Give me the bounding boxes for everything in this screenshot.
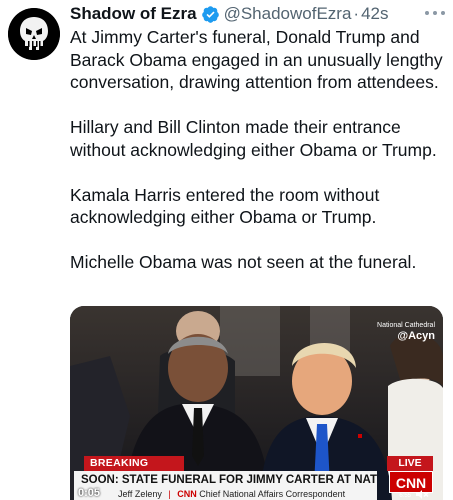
separator-bar: | <box>168 489 171 499</box>
tweet-paragraph: At Jimmy Carter's funeral, Donald Trump … <box>70 27 443 92</box>
timestamp[interactable]: 42s <box>361 4 388 24</box>
display-name[interactable]: Shadow of Ezra <box>70 4 197 24</box>
video-watermark: National Cathedral @Acyn <box>377 322 435 342</box>
tweet-paragraph: Kamala Harris entered the room without a… <box>70 184 380 228</box>
live-badge: LIVE <box>387 456 433 471</box>
punisher-skull-avatar <box>8 8 60 60</box>
video-player[interactable]: National Cathedral @Acyn BREAKING NEWS L… <box>70 306 443 500</box>
verified-badge-icon <box>201 5 220 24</box>
tweet-header: Shadow of Ezra @ShadowofEzra · 42s <box>70 2 445 26</box>
tweet-paragraph: Hillary and Bill Clinton made their entr… <box>70 117 437 160</box>
avatar[interactable] <box>8 8 60 60</box>
video-timer: 0:05 <box>78 487 101 499</box>
reporter-line: Jeff Zeleny | CNN Chief National Affairs… <box>74 489 377 500</box>
handle[interactable]: @ShadowofEzra <box>224 4 352 24</box>
headline-banner: SOON: STATE FUNERAL FOR JIMMY CARTER AT … <box>74 471 377 489</box>
separator-dot: · <box>353 4 360 23</box>
tweet-text: At Jimmy Carter's funeral, Donald Trump … <box>70 26 448 274</box>
more-options-icon[interactable] <box>425 6 445 20</box>
tweet-paragraph: Michelle Obama was not seen at the funer… <box>70 252 417 272</box>
reporter-title: Chief National Affairs Correspondent <box>199 489 346 499</box>
breaking-news-label: BREAKING NEWS <box>84 456 184 484</box>
cnn-mini-logo: CNN <box>177 489 197 499</box>
reporter-name: Jeff Zeleny <box>118 489 162 499</box>
watermark-top: National Cathedral <box>377 322 435 329</box>
speaker-mute-icon[interactable] <box>415 489 429 500</box>
watermark-bottom: @Acyn <box>397 330 435 342</box>
broadcast-clock: 6:55 <box>399 493 411 499</box>
